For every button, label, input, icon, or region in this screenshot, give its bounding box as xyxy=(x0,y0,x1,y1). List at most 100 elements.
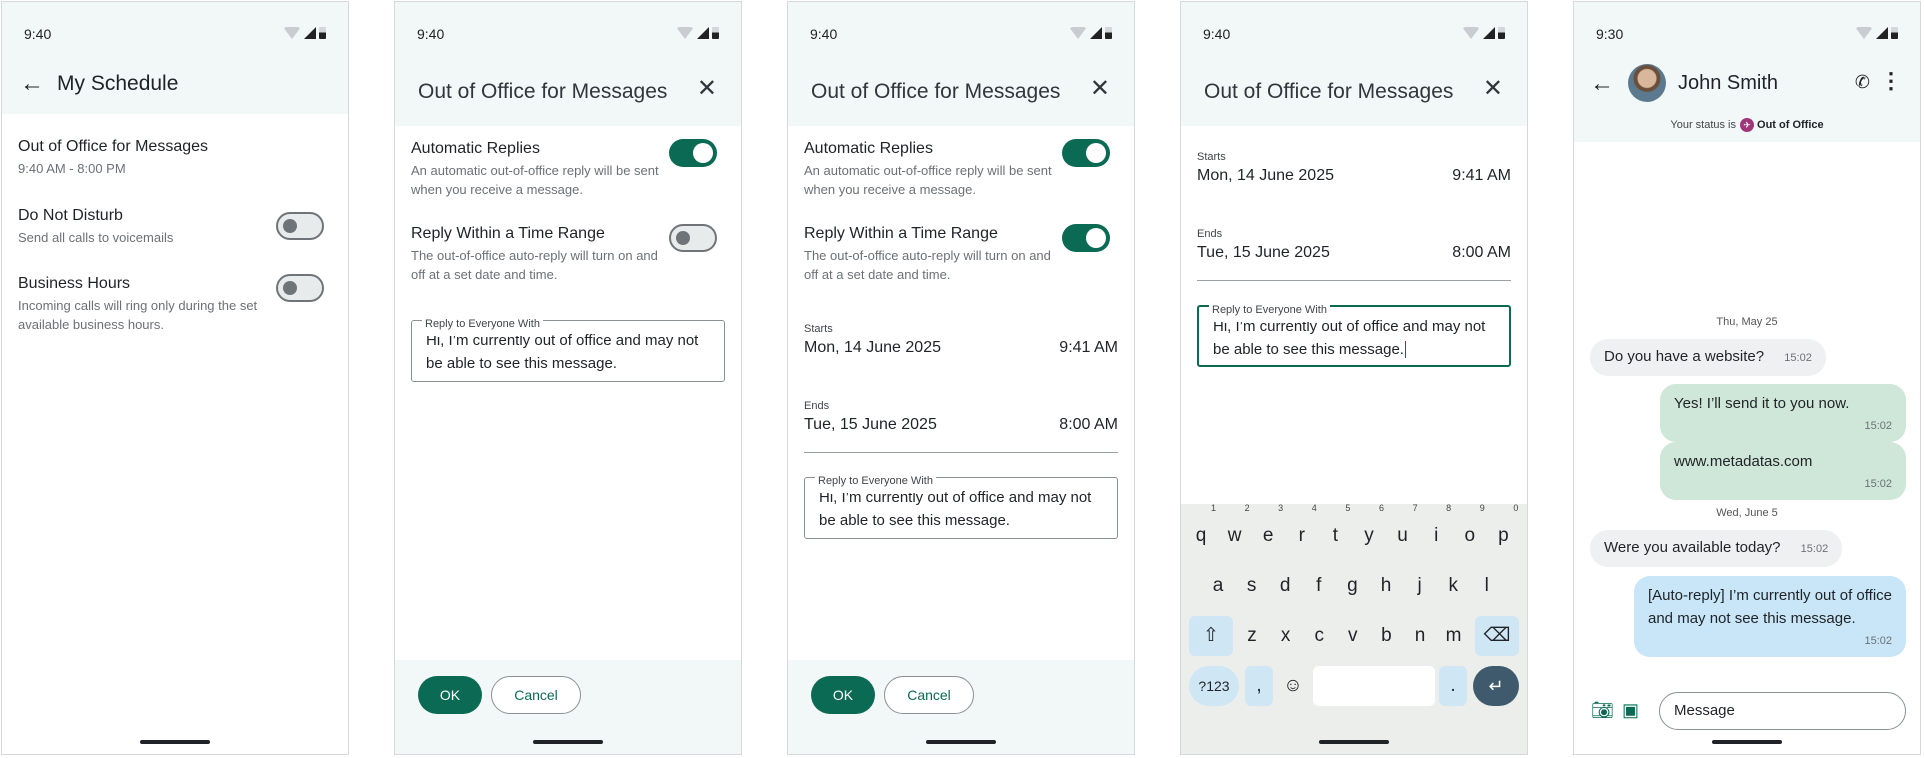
home-indicator[interactable] xyxy=(1319,740,1389,744)
shift-key[interactable]: ⇧ xyxy=(1189,616,1233,656)
key-n[interactable]: n xyxy=(1404,616,1436,656)
key-x[interactable]: x xyxy=(1270,616,1302,656)
reply-message-field[interactable]: Reply to Everyone With Hi, I’m currently… xyxy=(411,313,725,382)
image-icon[interactable]: ▣ xyxy=(1622,700,1639,721)
close-icon[interactable]: ✕ xyxy=(1483,74,1503,103)
key-a[interactable]: a xyxy=(1202,566,1234,606)
key-label: u xyxy=(1397,525,1408,546)
avatar[interactable] xyxy=(1628,64,1666,102)
ends-picker[interactable]: Tue, 15 June 2025 8:00 AM xyxy=(804,416,1118,434)
out-of-office-status-icon: ✈ xyxy=(1740,118,1755,132)
battery-icon xyxy=(712,27,719,39)
space-key[interactable] xyxy=(1313,666,1435,706)
key-label: g xyxy=(1347,575,1358,596)
ends-picker[interactable]: Tue, 15 June 2025 8:00 AM xyxy=(1197,244,1511,262)
key-v[interactable]: v xyxy=(1337,616,1369,656)
option-subtitle: An automatic out-of-office reply will be… xyxy=(804,163,1052,197)
signal-icon xyxy=(1090,27,1102,39)
key-p[interactable]: p0 xyxy=(1487,504,1519,556)
reply-message-field[interactable]: Reply to Everyone With Hi, I’m currently… xyxy=(1197,299,1511,367)
automatic-replies-toggle[interactable] xyxy=(669,139,717,167)
key-label: z xyxy=(1247,625,1257,646)
close-icon[interactable]: ✕ xyxy=(697,74,717,103)
key-c[interactable]: c xyxy=(1303,616,1335,656)
key-e[interactable]: e3 xyxy=(1252,504,1284,556)
option-subtitle: The out-of-office auto-reply will turn o… xyxy=(804,248,1051,282)
key-q[interactable]: q1 xyxy=(1185,504,1217,556)
starts-picker[interactable]: Mon, 14 June 2025 9:41 AM xyxy=(1197,167,1511,185)
phone-icon[interactable]: ✆ xyxy=(1855,72,1870,93)
ok-button[interactable]: OK xyxy=(811,676,875,714)
message-time: 15:02 xyxy=(1784,352,1812,364)
screen-chat: 9:30 ← John Smith ✆ ⋮ Your status is ✈ Out… xyxy=(1573,1,1921,755)
key-i[interactable]: i8 xyxy=(1420,504,1452,556)
back-arrow-icon[interactable]: ← xyxy=(1590,70,1614,98)
key-u[interactable]: u7 xyxy=(1387,504,1419,556)
home-indicator[interactable] xyxy=(533,740,603,744)
key-m[interactable]: m xyxy=(1438,616,1470,656)
message-incoming[interactable]: Were you available today? 15:02 xyxy=(1590,530,1843,567)
status-prefix: Your status is xyxy=(1670,118,1737,131)
key-s[interactable]: s xyxy=(1236,566,1268,606)
message-text: Do you have a website? xyxy=(1604,348,1765,365)
cancel-button[interactable]: Cancel xyxy=(491,676,581,714)
message-outgoing[interactable]: Yes! I’ll send it to you now. 15:02 xyxy=(1660,384,1906,442)
key-hint: 6 xyxy=(1378,503,1384,513)
do-not-disturb-toggle[interactable] xyxy=(276,212,324,240)
contact-name[interactable]: John Smith xyxy=(1678,72,1778,95)
key-label: e xyxy=(1262,525,1274,546)
starts-time: 9:41 AM xyxy=(1452,167,1511,184)
key-o[interactable]: o9 xyxy=(1454,504,1486,556)
period-key[interactable]: . xyxy=(1439,666,1467,706)
key-label: c xyxy=(1314,625,1324,646)
emoji-icon[interactable]: ☺ xyxy=(1277,666,1309,706)
field-value: Hi, I’m currently out of office and may … xyxy=(819,489,1092,529)
backspace-icon[interactable]: ⌫ xyxy=(1475,616,1519,656)
list-item-do-not-disturb[interactable]: Do Not Disturb Send all calls to voicema… xyxy=(18,207,268,247)
key-h[interactable]: h xyxy=(1370,566,1402,606)
ok-button[interactable]: OK xyxy=(418,676,482,714)
key-z[interactable]: z xyxy=(1236,616,1268,656)
reply-message-field[interactable]: Reply to Everyone With Hi, I’m currently… xyxy=(804,470,1118,539)
camera-icon[interactable]: 📷︎ xyxy=(1591,700,1614,721)
list-item-out-of-office[interactable]: Out of Office for Messages 9:40 AM - 8:0… xyxy=(18,138,332,178)
key-y[interactable]: y6 xyxy=(1353,504,1385,556)
symbols-key[interactable]: ?123 xyxy=(1189,666,1239,706)
key-f[interactable]: f xyxy=(1303,566,1335,606)
back-arrow-icon[interactable]: ← xyxy=(20,70,44,98)
message-outgoing[interactable]: www.metadatas.com 15:02 xyxy=(1660,442,1906,500)
key-label: v xyxy=(1348,625,1358,646)
automatic-replies-toggle[interactable] xyxy=(1062,139,1110,167)
key-d[interactable]: d xyxy=(1269,566,1301,606)
key-j[interactable]: j xyxy=(1404,566,1436,606)
message-input[interactable]: Message xyxy=(1659,692,1906,730)
time-range-toggle[interactable] xyxy=(669,224,717,252)
key-g[interactable]: g xyxy=(1336,566,1368,606)
status-time: 9:30 xyxy=(1596,26,1624,42)
key-w[interactable]: w2 xyxy=(1219,504,1251,556)
close-icon[interactable]: ✕ xyxy=(1090,74,1110,103)
list-item-business-hours[interactable]: Business Hours Incoming calls will ring … xyxy=(18,275,268,334)
starts-time: 9:41 AM xyxy=(1059,339,1118,356)
time-range-toggle[interactable] xyxy=(1062,224,1110,252)
key-t[interactable]: t5 xyxy=(1319,504,1351,556)
key-r[interactable]: r4 xyxy=(1286,504,1318,556)
business-hours-toggle[interactable] xyxy=(276,274,324,302)
home-indicator[interactable] xyxy=(140,740,210,744)
key-b[interactable]: b xyxy=(1370,616,1402,656)
dialog-header xyxy=(1181,2,1527,126)
message-incoming[interactable]: Do you have a website? 15:02 xyxy=(1590,339,1826,376)
cancel-button[interactable]: Cancel xyxy=(884,676,974,714)
home-indicator[interactable] xyxy=(1712,740,1782,744)
ends-date: Tue, 15 June 2025 xyxy=(1197,244,1330,261)
more-vert-icon[interactable]: ⋮ xyxy=(1880,68,1902,94)
home-indicator[interactable] xyxy=(926,740,996,744)
enter-key-icon[interactable]: ↵ xyxy=(1473,666,1519,706)
message-auto-reply[interactable]: [Auto-reply] I’m currently out of office… xyxy=(1634,576,1906,657)
comma-key[interactable]: , xyxy=(1245,666,1273,706)
key-l[interactable]: l xyxy=(1471,566,1503,606)
message-text: www.metadatas.com xyxy=(1674,453,1813,470)
key-label: k xyxy=(1448,575,1458,596)
starts-picker[interactable]: Mon, 14 June 2025 9:41 AM xyxy=(804,339,1118,357)
key-k[interactable]: k xyxy=(1437,566,1469,606)
